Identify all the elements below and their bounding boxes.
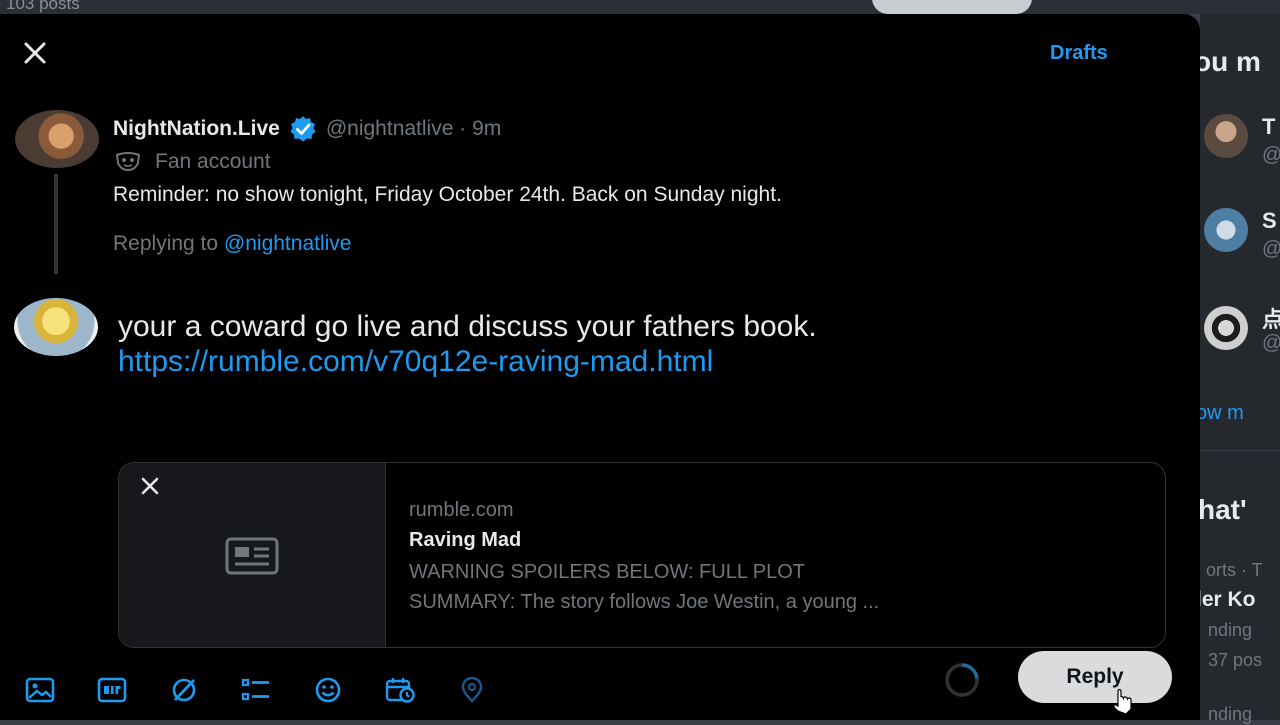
- background-item-handle: @: [1262, 238, 1280, 261]
- close-modal-button[interactable]: [20, 38, 50, 68]
- background-avatar: [1204, 114, 1248, 158]
- background-trend-label: nding: [1208, 620, 1253, 640]
- add-poll-button[interactable]: [238, 672, 274, 708]
- verified-badge-icon: [290, 116, 316, 142]
- gif-icon: [97, 677, 127, 703]
- background-divider: [1200, 450, 1280, 451]
- add-emoji-button[interactable]: [310, 672, 346, 708]
- background-trend-label: nding: [1208, 704, 1253, 724]
- compose-link-text[interactable]: https://rumble.com/v70q12e-raving-mad.ht…: [118, 345, 713, 379]
- schedule-post-button[interactable]: [382, 672, 418, 708]
- background-item-name: T: [1262, 114, 1276, 139]
- link-preview-domain: rumble.com: [409, 499, 514, 521]
- grok-button[interactable]: [166, 672, 202, 708]
- background-show-more-link: ow m: [1196, 402, 1244, 424]
- background-avatar: [1204, 208, 1248, 252]
- compose-toolbar: [22, 672, 526, 708]
- link-preview-description: WARNING SPOILERS BELOW: FULL PLOT: [409, 561, 806, 583]
- drafts-link[interactable]: Drafts: [1050, 42, 1108, 65]
- reply-button[interactable]: Reply: [1018, 651, 1172, 703]
- original-author-avatar[interactable]: [15, 110, 99, 168]
- original-author-handle: @nightnatlive · 9m: [325, 117, 502, 140]
- emoji-icon: [315, 677, 341, 703]
- poll-icon: [241, 678, 269, 701]
- tag-location-button[interactable]: [454, 672, 490, 708]
- add-gif-button[interactable]: [94, 672, 130, 708]
- original-tweet-text: Reminder: no show tonight, Friday Octobe…: [113, 183, 782, 206]
- background-follow-button: [872, 0, 1032, 14]
- remove-link-preview-button[interactable]: [137, 473, 163, 499]
- fan-account-badge: Fan account: [115, 150, 271, 174]
- reply-modal: Drafts NightNation.Live @nightnatlive · …: [0, 14, 1200, 720]
- link-preview-card[interactable]: rumble.com Raving Mad WARNING SPOILERS B…: [118, 462, 1166, 648]
- background-posts-count: 103 posts: [6, 0, 80, 13]
- replying-to-line: Replying to @nightnatlive: [113, 232, 351, 256]
- mouse-cursor-icon: [1113, 688, 1132, 715]
- background-trend-name: ler Ko: [1196, 588, 1256, 611]
- close-icon: [141, 477, 159, 495]
- add-media-button[interactable]: [22, 672, 58, 708]
- thread-connector-line: [54, 174, 58, 274]
- image-icon: [25, 677, 55, 703]
- background-right-column: ou m T @ S @ 点 @ ow m hat' orts · T ler …: [1194, 14, 1280, 724]
- background-item-handle: @: [1262, 144, 1280, 167]
- original-author-row: NightNation.Live @nightnatlive · 9m: [113, 114, 501, 144]
- background-whats-happening-heading: hat': [1198, 494, 1247, 525]
- fan-account-label: Fan account: [155, 150, 271, 173]
- background-avatar: [1204, 306, 1248, 350]
- background-item-name: S: [1262, 208, 1277, 233]
- background-who-to-follow-heading: ou m: [1194, 46, 1261, 77]
- link-preview-title: Raving Mad: [409, 529, 522, 551]
- background-header: 103 posts: [0, 0, 1280, 14]
- background-item-handle: @: [1262, 332, 1280, 355]
- compose-textarea-text[interactable]: your a coward go live and discuss your f…: [118, 310, 817, 344]
- current-user-avatar[interactable]: [14, 298, 98, 356]
- background-trend-posts: 37 pos: [1208, 650, 1263, 670]
- replying-to-mention-link[interactable]: @nightnatlive: [224, 232, 352, 255]
- close-icon: [24, 42, 46, 64]
- grok-icon: [172, 678, 196, 702]
- schedule-icon: [385, 678, 415, 703]
- mask-icon: [115, 152, 141, 172]
- article-placeholder-icon: [225, 537, 279, 575]
- location-icon: [461, 676, 483, 703]
- link-preview-thumbnail: [119, 463, 386, 647]
- replying-to-prefix: Replying to: [113, 232, 224, 255]
- link-preview-description: SUMMARY: The story follows Joe Westin, a…: [409, 591, 880, 613]
- original-author-name[interactable]: NightNation.Live: [113, 117, 280, 141]
- background-trend-meta: orts · T: [1206, 560, 1263, 580]
- character-count-progress-ring: [945, 663, 979, 697]
- background-item-name: 点: [1262, 307, 1280, 332]
